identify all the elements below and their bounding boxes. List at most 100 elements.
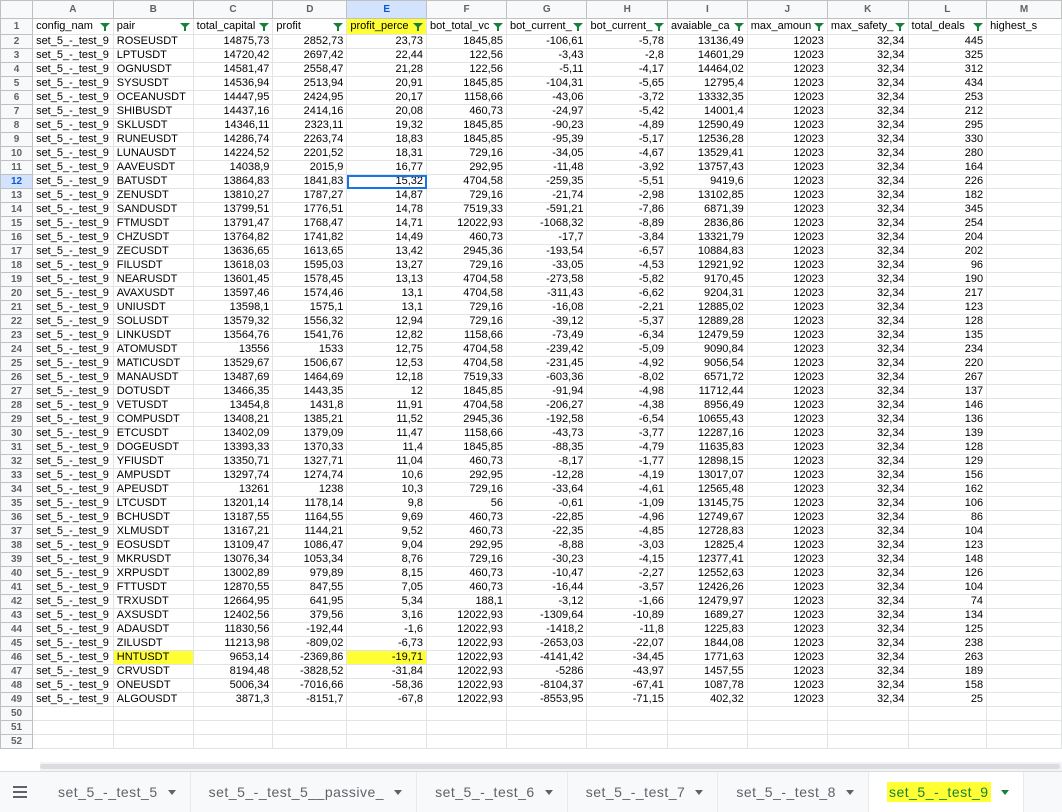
cell[interactable]: set_5_-_test_9 [32, 76, 114, 91]
cell[interactable]: 1457,55 [666, 664, 748, 679]
cell[interactable]: set_5_-_test_9 [32, 370, 114, 385]
filter-icon[interactable] [894, 22, 905, 31]
cell[interactable]: set_5_-_test_9 [32, 566, 114, 581]
cell[interactable]: set_5_-_test_9 [32, 118, 114, 133]
cell[interactable]: 4704,58 [426, 286, 507, 301]
cell[interactable]: 14038,9 [192, 160, 274, 175]
cell[interactable] [272, 720, 348, 735]
cell[interactable]: 13076,34 [192, 552, 274, 567]
cell[interactable]: 13764,82 [192, 230, 274, 245]
cell[interactable]: 14,71 [346, 216, 428, 231]
cell[interactable]: 12023 [746, 412, 828, 427]
cell[interactable]: 32,34 [826, 510, 909, 525]
cell[interactable]: 32,34 [826, 258, 909, 273]
cell[interactable]: 12023 [746, 48, 828, 63]
cell[interactable]: set_5_-_test_9 [32, 300, 114, 315]
row-number[interactable]: 6 [0, 90, 34, 105]
cell[interactable]: 292,95 [426, 538, 507, 553]
cell[interactable]: 11213,98 [192, 636, 274, 651]
cell[interactable]: 460,73 [426, 566, 507, 581]
cell[interactable] [986, 328, 1062, 343]
cell[interactable]: 13799,51 [192, 202, 274, 217]
row-number[interactable]: 41 [0, 580, 34, 595]
cell[interactable]: ALGOUSDT [112, 692, 194, 707]
cell[interactable]: FTMUSDT [112, 216, 194, 231]
cell[interactable]: 12023 [746, 174, 828, 189]
cell[interactable]: -239,42 [505, 342, 588, 357]
column-header-j[interactable]: J [746, 0, 828, 19]
cell[interactable]: YFIUSDT [112, 454, 194, 469]
cell[interactable]: 32,34 [826, 62, 909, 77]
cell[interactable]: -0,61 [505, 496, 588, 511]
cell[interactable]: -4,79 [586, 440, 668, 455]
cell[interactable]: 123 [907, 538, 988, 553]
cell[interactable]: 8,15 [346, 566, 428, 581]
cell[interactable]: 402,32 [666, 692, 748, 707]
row-number[interactable]: 29 [0, 412, 34, 427]
cell[interactable]: 13597,46 [192, 286, 274, 301]
cell[interactable]: 2424,95 [272, 90, 348, 105]
cell[interactable] [986, 62, 1062, 77]
cell[interactable]: 12023 [746, 678, 828, 693]
cell[interactable]: 12 [346, 384, 428, 399]
cell[interactable]: set_5_-_test_9 [32, 188, 114, 203]
filter-icon[interactable] [333, 22, 344, 31]
cell[interactable]: ATOMUSDT [112, 342, 194, 357]
cell[interactable]: 146 [907, 398, 988, 413]
cell[interactable] [586, 734, 668, 749]
cell[interactable] [986, 706, 1062, 721]
cell[interactable]: 12426,26 [666, 580, 748, 595]
cell[interactable]: 188,1 [426, 594, 507, 609]
cell[interactable]: 9653,14 [192, 650, 274, 665]
cell[interactable]: ZENUSDT [112, 188, 194, 203]
cell[interactable] [192, 706, 274, 721]
cell[interactable]: 10884,83 [666, 244, 748, 259]
cell[interactable]: 1613,65 [272, 244, 348, 259]
cell[interactable]: 137 [907, 384, 988, 399]
cell[interactable]: 162 [907, 482, 988, 497]
cell[interactable]: 10655,43 [666, 412, 748, 427]
cell[interactable] [346, 706, 428, 721]
cell[interactable]: SHIBUSDT [112, 104, 194, 119]
cell[interactable]: SKLUSDT [112, 118, 194, 133]
cell[interactable]: 1370,33 [272, 440, 348, 455]
cell[interactable]: -4,17 [586, 62, 668, 77]
cell[interactable]: 13,1 [346, 300, 428, 315]
cell[interactable]: 234 [907, 342, 988, 357]
cell[interactable] [986, 230, 1062, 245]
cell[interactable]: 14,49 [346, 230, 428, 245]
cell[interactable]: 7519,33 [426, 202, 507, 217]
header-cell[interactable]: bot_total_vc [426, 18, 507, 35]
cell[interactable]: -7,86 [586, 202, 668, 217]
cell[interactable]: -4141,42 [505, 650, 588, 665]
header-cell[interactable]: avaiable_ca [666, 18, 748, 35]
cell[interactable]: 12,94 [346, 314, 428, 329]
cell[interactable]: -10,47 [505, 566, 588, 581]
cell[interactable]: set_5_-_test_9 [32, 146, 114, 161]
cell[interactable]: 12023 [746, 384, 828, 399]
cell[interactable] [746, 720, 828, 735]
cell[interactable]: 32,34 [826, 608, 909, 623]
cell[interactable]: 14,78 [346, 202, 428, 217]
cell[interactable]: -90,23 [505, 118, 588, 133]
row-number[interactable]: 30 [0, 426, 34, 441]
cell[interactable]: -8,88 [505, 538, 588, 553]
cell[interactable] [986, 608, 1062, 623]
cell[interactable]: 12023 [746, 664, 828, 679]
cell[interactable]: -311,43 [505, 286, 588, 301]
row-number[interactable]: 47 [0, 664, 34, 679]
cell[interactable]: -31,84 [346, 664, 428, 679]
cell[interactable] [986, 496, 1062, 511]
cell[interactable] [192, 734, 274, 749]
cell[interactable] [986, 566, 1062, 581]
row-number[interactable]: 23 [0, 328, 34, 343]
cell[interactable]: -33,64 [505, 482, 588, 497]
cell[interactable]: set_5_-_test_9 [32, 160, 114, 175]
cell[interactable]: -43,97 [586, 664, 668, 679]
cell[interactable]: 32,34 [826, 622, 909, 637]
cell[interactable]: set_5_-_test_9 [32, 328, 114, 343]
row-number[interactable]: 31 [0, 440, 34, 455]
cell[interactable] [826, 706, 909, 721]
cell[interactable]: 12552,63 [666, 566, 748, 581]
cell[interactable]: 135 [907, 328, 988, 343]
